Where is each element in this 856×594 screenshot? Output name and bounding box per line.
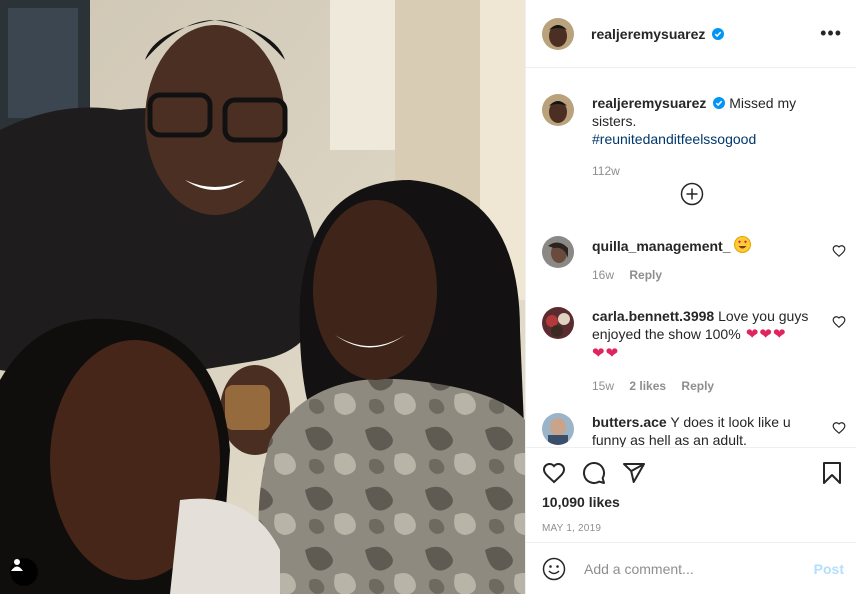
- caption: realjeremysuarez Missed my sisters. #reu…: [542, 94, 840, 180]
- caption-username[interactable]: realjeremysuarez: [592, 95, 706, 111]
- comment-meta: 16w Reply: [592, 266, 840, 284]
- caption-body: realjeremysuarez Missed my sisters. #reu…: [592, 94, 840, 180]
- caption-avatar[interactable]: [542, 94, 574, 126]
- caption-meta: 112w: [592, 162, 840, 180]
- post-comment-button[interactable]: Post: [814, 561, 844, 577]
- caption-time[interactable]: 112w: [592, 164, 620, 178]
- author-avatar[interactable]: [542, 17, 574, 50]
- comment-username[interactable]: quilla_management_: [592, 238, 731, 254]
- likes-count[interactable]: 10,090 likes: [542, 494, 840, 510]
- author-name-wrap: realjeremysuarez: [591, 26, 725, 42]
- like-heart-icon[interactable]: [542, 461, 566, 485]
- red-hearts-emoji: ❤❤: [592, 345, 620, 362]
- post-modal: realjeremysuarez ••• realjeremysuarez Mi…: [0, 0, 856, 594]
- comment-item: quilla_management_ 16w Reply: [542, 236, 846, 284]
- plus-circle-icon[interactable]: [680, 182, 704, 206]
- user-icon: [11, 559, 23, 571]
- reply-button[interactable]: Reply: [629, 268, 662, 282]
- comment-item: butters.ace Y does it look like u funny …: [542, 413, 846, 447]
- heart-eyes-emoji-icon: [734, 236, 752, 253]
- caption-hashtag[interactable]: #reunitedanditfeelssogood: [592, 131, 756, 147]
- comment-like-heart-icon[interactable]: [832, 421, 846, 435]
- post-date[interactable]: MAY 1, 2019: [542, 523, 840, 534]
- comment-avatar[interactable]: [542, 236, 574, 268]
- comment-time[interactable]: 16w: [592, 268, 614, 282]
- reply-button[interactable]: Reply: [681, 379, 714, 393]
- add-comment-input[interactable]: [582, 559, 814, 578]
- comment-likes[interactable]: 2 likes: [629, 379, 666, 393]
- comment-like-heart-icon[interactable]: [832, 244, 846, 258]
- comment-username[interactable]: carla.bennett.3998: [592, 308, 714, 324]
- comment-time[interactable]: 15w: [592, 379, 614, 393]
- comment-avatar[interactable]: [542, 413, 574, 445]
- verified-badge-icon: [713, 97, 726, 109]
- red-hearts-emoji: ❤❤❤: [740, 326, 787, 343]
- verified-badge-icon: [712, 27, 725, 40]
- share-send-icon[interactable]: [622, 461, 646, 485]
- add-comment-bar: Post: [526, 542, 856, 594]
- comment-text: Love you guys: [718, 308, 809, 324]
- post-header: realjeremysuarez •••: [526, 0, 856, 68]
- save-bookmark-icon[interactable]: [820, 461, 844, 485]
- comment-avatar[interactable]: [542, 307, 574, 339]
- author-username[interactable]: realjeremysuarez: [591, 26, 705, 42]
- comment-text: Y does it look like u: [670, 414, 791, 430]
- comment-text: funny as hell as an adult.: [592, 432, 747, 447]
- post-actions: 10,090 likes MAY 1, 2019: [526, 447, 856, 534]
- comment-body: butters.ace Y does it look like u funny …: [592, 413, 846, 447]
- photo-illustration: [0, 0, 525, 594]
- comment-item: carla.bennett.3998 Love you guys enjoyed…: [542, 307, 846, 395]
- comment-like-heart-icon[interactable]: [832, 315, 846, 329]
- comment-username[interactable]: butters.ace: [592, 414, 667, 430]
- post-photo[interactable]: [0, 0, 525, 594]
- tagged-users-button[interactable]: [10, 558, 38, 586]
- action-icons: [542, 448, 841, 498]
- comment-text: enjoyed the show 100%: [592, 326, 741, 342]
- comment-body: carla.bennett.3998 Love you guys enjoyed…: [592, 307, 846, 395]
- comment-meta: 15w 2 likes Reply: [592, 377, 840, 395]
- comment-body: quilla_management_ 16w Reply: [592, 236, 846, 284]
- post-side-panel: realjeremysuarez ••• realjeremysuarez Mi…: [525, 0, 856, 594]
- emoji-smiley-icon[interactable]: [542, 557, 566, 581]
- comment-icon[interactable]: [582, 461, 606, 485]
- comments-list: realjeremysuarez Missed my sisters. #reu…: [526, 69, 856, 447]
- more-options-icon[interactable]: •••: [820, 23, 842, 44]
